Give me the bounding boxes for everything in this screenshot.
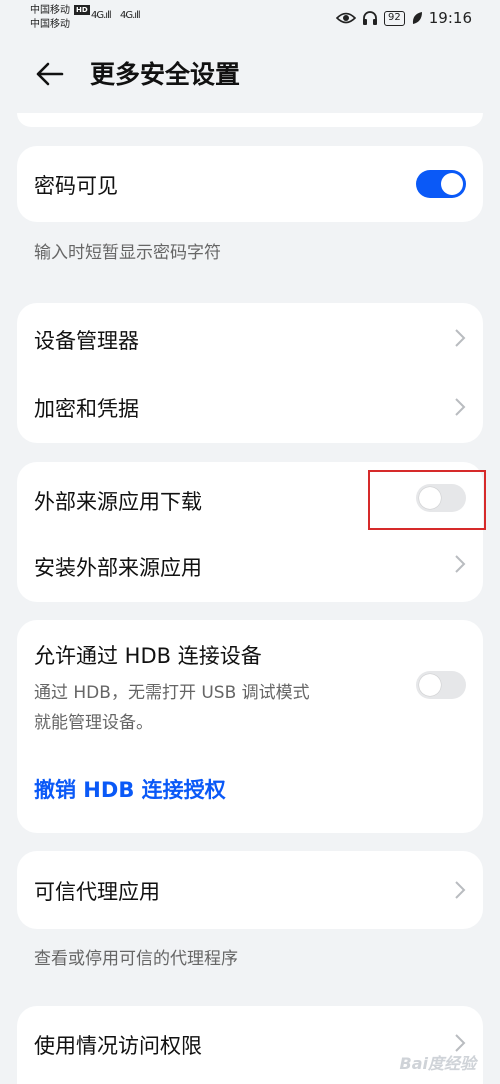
hdb-subtitle-line2: 就能管理设备。 [34, 713, 153, 733]
trust-agent-note: 查看或停用可信的代理程序 [34, 949, 238, 969]
revoke-hdb-link[interactable]: 撤销 HDB 连接授权 [34, 774, 226, 804]
status-icons: 92 19:16 [336, 9, 472, 27]
chevron-right-icon [455, 329, 466, 347]
toggle-knob [441, 173, 463, 195]
headphones-icon [363, 11, 378, 25]
eye-icon [336, 12, 357, 24]
highlight-box [368, 470, 486, 530]
hd-badge: HD [74, 5, 90, 15]
clock: 19:16 [428, 9, 472, 27]
encryption-label: 加密和凭据 [34, 397, 139, 421]
usage-access-label: 使用情况访问权限 [34, 1034, 202, 1058]
previous-card-edge [17, 113, 483, 127]
hdb-title: 允许通过 HDB 连接设备 [34, 644, 262, 668]
install-external-row[interactable]: 安装外部来源应用 [17, 532, 483, 602]
password-visible-toggle[interactable] [416, 170, 466, 198]
install-external-label: 安装外部来源应用 [34, 556, 202, 580]
chevron-right-icon [455, 555, 466, 573]
carrier-2: 中国移动 [30, 19, 70, 30]
password-visible-note: 输入时短暂显示密码字符 [34, 243, 221, 263]
hdb-card: 允许通过 HDB 连接设备 通过 HDB，无需打开 USB 调试模式 就能管理设… [17, 620, 483, 833]
chevron-right-icon [455, 398, 466, 416]
hdb-subtitle-line1: 通过 HDB，无需打开 USB 调试模式 [34, 683, 310, 703]
hdb-row[interactable]: 允许通过 HDB 连接设备 通过 HDB，无需打开 USB 调试模式 就能管理设… [17, 620, 483, 745]
device-settings-card: 设备管理器 加密和凭据 [17, 303, 483, 443]
page-header: 更多安全设置 [0, 52, 500, 100]
page-title: 更多安全设置 [90, 60, 241, 89]
toggle-knob [419, 674, 441, 696]
device-manager-label: 设备管理器 [34, 329, 139, 353]
password-visible-label: 密码可见 [34, 174, 118, 198]
hdb-toggle[interactable] [416, 671, 466, 699]
watermark: Bai度经验 [399, 1054, 476, 1073]
back-arrow-icon[interactable] [34, 58, 66, 90]
signal-icon-2: 4G.ıll [120, 10, 141, 21]
leaf-icon [412, 12, 422, 24]
device-manager-row[interactable]: 设备管理器 [17, 303, 483, 373]
encryption-row[interactable]: 加密和凭据 [17, 373, 483, 443]
chevron-right-icon [455, 881, 466, 899]
signal-icon-1: 4G.ıll [91, 10, 112, 21]
trust-agent-label: 可信代理应用 [34, 880, 160, 904]
carrier-1: 中国移动 [30, 5, 70, 16]
external-download-label: 外部来源应用下载 [34, 490, 202, 514]
status-bar: 中国移动 中国移动 HD 4G.ıll 4G.ıll 92 19:16 [0, 0, 500, 38]
battery-icon: 92 [384, 10, 405, 26]
password-visible-card[interactable]: 密码可见 [17, 146, 483, 222]
trust-agent-card[interactable]: 可信代理应用 [17, 851, 483, 929]
